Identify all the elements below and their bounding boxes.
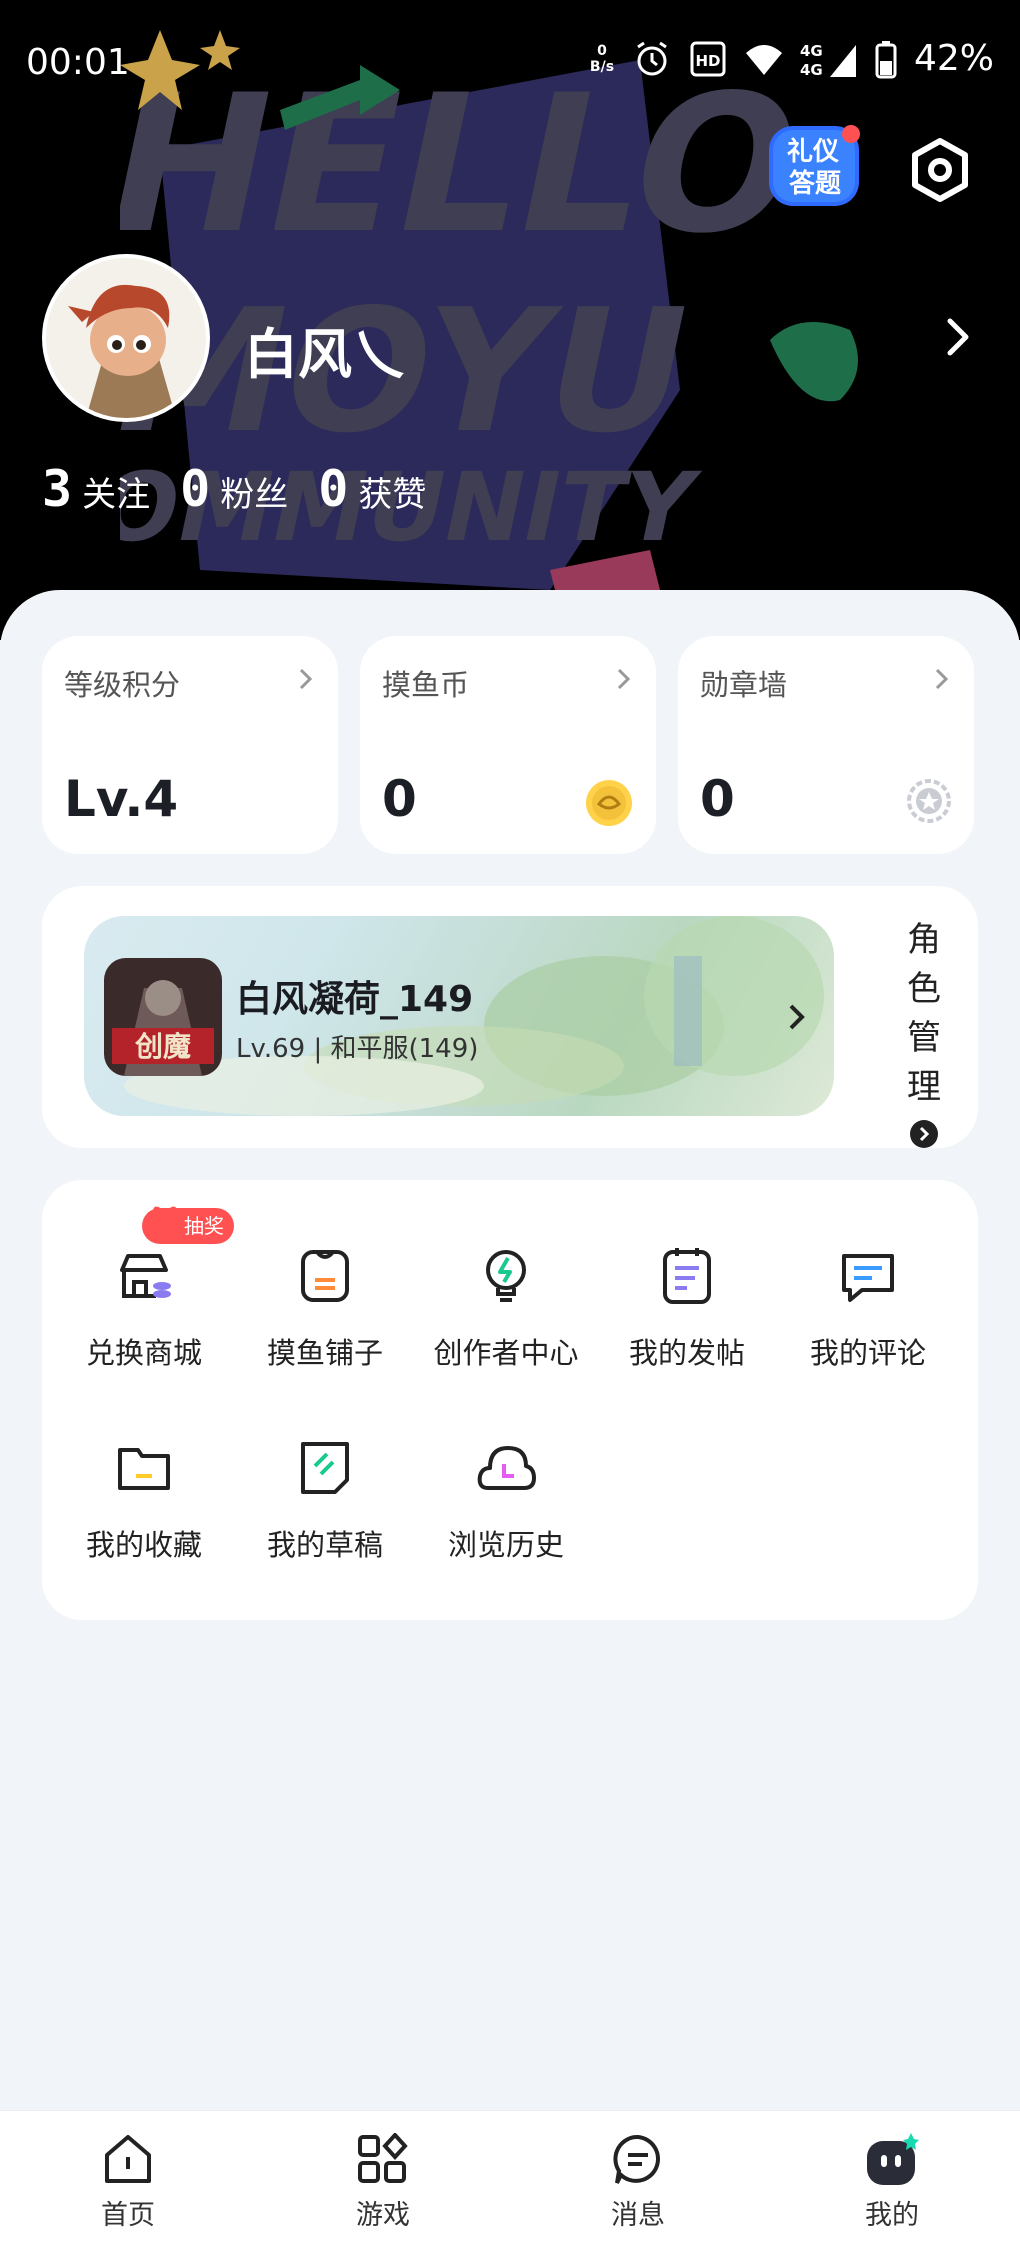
battery-percent: 42% xyxy=(913,38,994,79)
chevron-right-icon xyxy=(789,1004,805,1030)
menu-my-drafts[interactable]: 我的草稿 xyxy=(235,1436,415,1576)
role-banner[interactable]: 创魔 白风凝荷_149 Lv.69 | 和平服(149) xyxy=(84,916,834,1116)
nav-games[interactable]: 游戏 xyxy=(323,2133,443,2232)
shop-icon xyxy=(120,1254,171,1298)
nav-home[interactable]: 首页 xyxy=(68,2133,188,2232)
svg-text:MOYU: MOYU xyxy=(120,272,707,471)
role-server: Lv.69 | 和平服(149) xyxy=(236,1034,479,1064)
feature-menu: 兑换商城 抽奖 摸鱼铺子 创作者中心 我的发帖 我的评论 我的收藏 我的草稿 浏… xyxy=(42,1180,978,1620)
menu-moyu-shop[interactable]: 摸鱼铺子 xyxy=(235,1244,415,1384)
svg-text:HD: HD xyxy=(695,52,720,70)
medal-wall-card[interactable]: 勋章墙 0 xyxy=(678,636,974,854)
net-speed: 0 B/s xyxy=(589,42,615,75)
comment-icon xyxy=(842,1254,894,1302)
profile-stats: 3 关注 0 粉丝 0 获赞 xyxy=(42,460,456,518)
profile-chevron-right-icon[interactable] xyxy=(940,315,974,359)
bottom-nav: 首页 游戏 消息 我的 xyxy=(0,2110,1020,2267)
role-card: 创魔 白风凝荷_149 Lv.69 | 和平服(149) 角色管理 xyxy=(42,886,978,1148)
chevron-right-icon xyxy=(935,668,949,690)
arrow-circle-icon xyxy=(910,1120,938,1148)
stat-following[interactable]: 3 关注 xyxy=(42,460,150,518)
game-icon: 创魔 xyxy=(104,958,222,1076)
chevron-right-icon xyxy=(617,668,631,690)
profile-icon xyxy=(867,2133,919,2185)
menu-my-posts[interactable]: 我的发帖 xyxy=(597,1244,777,1384)
etiquette-quiz-badge[interactable]: 礼仪 答题 xyxy=(765,120,865,210)
role-manage-button[interactable]: 角色管理 xyxy=(904,916,954,1152)
folder-icon xyxy=(118,1448,170,1490)
alarm-icon xyxy=(637,41,667,75)
menu-browse-history[interactable]: 浏览历史 xyxy=(416,1436,596,1576)
profile-header: HELLO MOYU COMMUNITY 00:01 0 B/s HD 4G 4G… xyxy=(0,0,1020,640)
chevron-right-icon xyxy=(299,668,313,690)
nav-profile[interactable]: 我的 xyxy=(832,2133,952,2232)
hd-icon: HD xyxy=(690,41,726,76)
level-value: Lv.4 xyxy=(64,770,179,828)
games-icon xyxy=(358,2133,408,2183)
level-points-card[interactable]: 等级积分 Lv.4 xyxy=(42,636,338,854)
status-time: 00:01 xyxy=(26,42,130,83)
svg-text:答题: 答题 xyxy=(789,168,841,199)
notepad-icon xyxy=(663,1248,711,1304)
stat-followers[interactable]: 0 粉丝 xyxy=(180,460,288,518)
summary-cards: 等级积分 Lv.4 摸鱼币 0 勋章墙 0 xyxy=(42,636,974,854)
stat-likes[interactable]: 0 获赞 xyxy=(318,460,426,518)
draft-icon xyxy=(301,1442,349,1494)
wifi-icon xyxy=(745,44,782,75)
svg-text:4G: 4G xyxy=(800,42,823,60)
avatar-image xyxy=(46,258,206,418)
main-content: 等级积分 Lv.4 摸鱼币 0 勋章墙 0 创魔 白风凝荷_149 Lv.69 … xyxy=(0,590,1020,2110)
4g-signal-icon: 4G4G xyxy=(800,42,856,79)
menu-creator-center[interactable]: 创作者中心 xyxy=(416,1244,596,1384)
medal-value: 0 xyxy=(700,770,735,828)
nav-messages[interactable]: 消息 xyxy=(578,2133,698,2232)
svg-text:4G: 4G xyxy=(800,61,823,79)
svg-text:礼仪: 礼仪 xyxy=(787,136,840,167)
menu-my-comments[interactable]: 我的评论 xyxy=(778,1244,958,1384)
moyu-coin-card[interactable]: 摸鱼币 0 xyxy=(360,636,656,854)
battery-icon xyxy=(875,40,897,78)
medal-icon xyxy=(907,779,951,823)
coin-value: 0 xyxy=(382,770,417,828)
bag-icon xyxy=(301,1250,349,1302)
lottery-badge: 抽奖 xyxy=(142,1208,234,1244)
bulb-icon xyxy=(486,1250,526,1302)
settings-icon[interactable] xyxy=(905,135,975,205)
coin-icon xyxy=(586,780,632,826)
history-icon xyxy=(477,1446,536,1490)
status-bar: 00:01 0 B/s HD 4G 4G 42% xyxy=(0,0,1020,120)
svg-text:创魔: 创魔 xyxy=(134,1030,191,1063)
status-icons: 0 B/s HD 4G 4G 42% xyxy=(588,38,994,79)
home-icon xyxy=(105,2135,151,2183)
message-icon xyxy=(613,2134,660,2184)
role-name: 白风凝荷_149 xyxy=(236,979,474,1020)
username[interactable]: 白风乀 xyxy=(244,310,406,389)
menu-my-favorites[interactable]: 我的收藏 xyxy=(54,1436,234,1576)
avatar[interactable] xyxy=(42,254,210,422)
menu-exchange-mall[interactable]: 兑换商城 xyxy=(54,1244,234,1384)
